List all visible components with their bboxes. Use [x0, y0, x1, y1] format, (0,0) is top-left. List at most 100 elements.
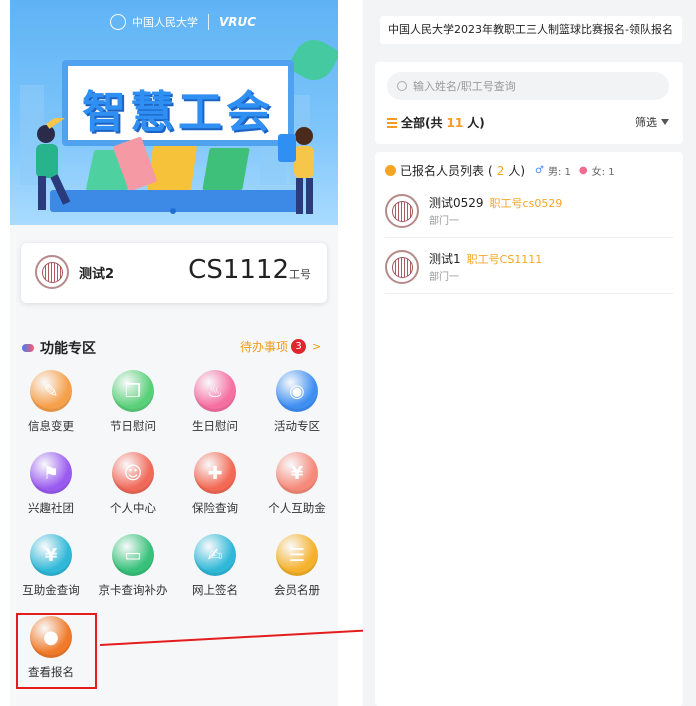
todo-count-badge: 3: [291, 339, 307, 354]
entry-name-text: 测试0529: [429, 196, 484, 210]
registration-screen: 中国人民大学2023年教职工三人制篮球比赛报名-领队报名 全部(共11人) 筛选…: [363, 0, 696, 706]
entry-name: 测试1 职工号CS1111: [429, 250, 542, 267]
banner-board: 智慧工会: [62, 60, 294, 146]
tile-gift[interactable]: ❒ 节日慰问: [92, 370, 174, 442]
tile-shield[interactable]: ✚ 保险查询: [174, 452, 256, 524]
carousel-dot[interactable]: [170, 208, 176, 214]
tile-sign[interactable]: ✍ 网上签名: [174, 534, 256, 606]
entry-name-text: 测试1: [429, 252, 461, 266]
todo-label: 待办事项: [240, 340, 289, 354]
coin-hand-icon: ¥: [276, 452, 318, 494]
plant-icon: [286, 32, 338, 88]
screenshot-root: 中国人民大学 VRUC 智慧工会 测试2 CS1112工号 功能专区 待办事项 …: [0, 0, 696, 706]
cake-icon: ♨: [194, 370, 236, 412]
user-id: CS1112工号: [188, 255, 311, 285]
list-item[interactable]: 测试1 职工号CS1111 部门一: [385, 238, 673, 294]
entry-dept: 部门一: [429, 216, 459, 227]
entry-dept: 部门一: [429, 272, 459, 283]
tile-user[interactable]: ☺ 个人中心: [92, 452, 174, 524]
person-with-phone-icon: [278, 127, 314, 214]
tile-card[interactable]: ▭ 京卡查询补办: [92, 534, 174, 606]
filter-label: 筛选: [635, 116, 657, 129]
avatar: [385, 194, 419, 228]
filter-button[interactable]: 筛选: [635, 114, 669, 130]
user-name: 测试2: [79, 267, 115, 282]
shield-icon: ✚: [194, 452, 236, 494]
list-count-prefix: (: [488, 163, 493, 178]
list-item[interactable]: 测试0529 职工号cs0529 部门一: [385, 182, 673, 238]
avatar: [385, 250, 419, 284]
banner: 中国人民大学 VRUC 智慧工会: [10, 0, 338, 225]
tile-coin-hand[interactable]: ¥ 个人互助金: [256, 452, 338, 524]
user-icon: ☺: [112, 452, 154, 494]
highlight-box: [16, 613, 97, 689]
user-card[interactable]: 测试2 CS1112工号: [21, 243, 327, 303]
search-bar[interactable]: [387, 72, 669, 100]
section-pill-icon: [22, 344, 34, 352]
tile-label: 活动专区: [274, 419, 320, 433]
search-panel: 全部(共11人) 筛选: [375, 62, 683, 144]
female-icon: ●: [578, 165, 588, 176]
entry-id: 职工号CS1111: [466, 253, 543, 266]
filter-icon: [661, 119, 669, 125]
tile-label: 节日慰问: [110, 419, 156, 433]
gift-icon: ❒: [112, 370, 154, 412]
search-icon: [397, 81, 407, 91]
card-icon: ▭: [112, 534, 154, 576]
list-header: 已报名人员列表 (2 人) ♂ 男: 1 ● 女: 1: [385, 162, 615, 179]
all-count-number: 11: [446, 115, 464, 130]
banner-logo: 中国人民大学 VRUC: [110, 14, 256, 30]
tile-label: 兴趣社团: [28, 501, 74, 515]
logo-text: 中国人民大学: [132, 16, 198, 29]
edit-icon: ✎: [30, 370, 72, 412]
search-input[interactable]: [413, 79, 653, 93]
list-count-suffix: 人): [508, 164, 526, 178]
entry-name: 测试0529 职工号cs0529: [429, 194, 562, 211]
chevron-right-icon: >: [312, 340, 322, 353]
all-prefix: 全部(共: [401, 116, 443, 130]
tile-roster[interactable]: ☰ 会员名册: [256, 534, 338, 606]
tile-label: 信息变更: [28, 419, 74, 433]
tile-palette[interactable]: ◉ 活动专区: [256, 370, 338, 442]
home-screen: 中国人民大学 VRUC 智慧工会 测试2 CS1112工号 功能专区 待办事项 …: [10, 0, 338, 706]
tile-label: 会员名册: [274, 583, 320, 597]
tile-flag[interactable]: ⚑ 兴趣社团: [10, 452, 92, 524]
user-id-suffix: 工号: [289, 268, 311, 281]
palette-icon: ◉: [276, 370, 318, 412]
entry-id: 职工号cs0529: [489, 197, 563, 210]
banner-title: 智慧工会: [82, 87, 274, 138]
todo-link[interactable]: 待办事项 3 >: [240, 338, 321, 355]
ruc-seal-icon: [110, 14, 126, 30]
list-header-text: 已报名人员列表: [400, 164, 485, 178]
brand-text: VRUC: [219, 15, 257, 29]
roster-icon: ☰: [276, 534, 318, 576]
male-icon: ♂: [535, 165, 544, 176]
tile-label: 个人中心: [110, 501, 156, 515]
sign-icon: ✍: [194, 534, 236, 576]
tile-edit[interactable]: ✎ 信息变更: [10, 370, 92, 442]
male-count: 男: 1: [548, 167, 571, 178]
tile-label: 保险查询: [192, 501, 238, 515]
tile-label: 互助金查询: [22, 583, 80, 597]
book-shape: [146, 146, 198, 190]
all-count[interactable]: 全部(共 11 人): [387, 114, 485, 131]
list-icon: [387, 117, 397, 128]
female-count: 女: 1: [591, 167, 615, 178]
tile-label: 京卡查询补办: [98, 583, 168, 597]
list-count: 2: [496, 163, 505, 178]
avatar: [35, 255, 69, 289]
money-bag-icon: ¥: [30, 534, 72, 576]
book-shape: [202, 148, 250, 190]
section-title: 功能专区: [22, 338, 96, 358]
tile-label: 生日慰问: [192, 419, 238, 433]
tile-cake[interactable]: ♨ 生日慰问: [174, 370, 256, 442]
tile-label: 个人互助金: [268, 501, 326, 515]
person-with-pencil-icon: [36, 118, 79, 210]
tile-money-bag[interactable]: ¥ 互助金查询: [10, 534, 92, 606]
registered-list-panel: 已报名人员列表 (2 人) ♂ 男: 1 ● 女: 1 测试0529 职工号cs0529…: [375, 152, 683, 706]
user-id-value: CS1112: [188, 255, 289, 285]
section-title-text: 功能专区: [40, 341, 96, 357]
people-icon: [385, 165, 396, 176]
logo-divider: [208, 14, 209, 30]
page-title: 中国人民大学2023年教职工三人制篮球比赛报名-领队报名: [380, 16, 682, 44]
